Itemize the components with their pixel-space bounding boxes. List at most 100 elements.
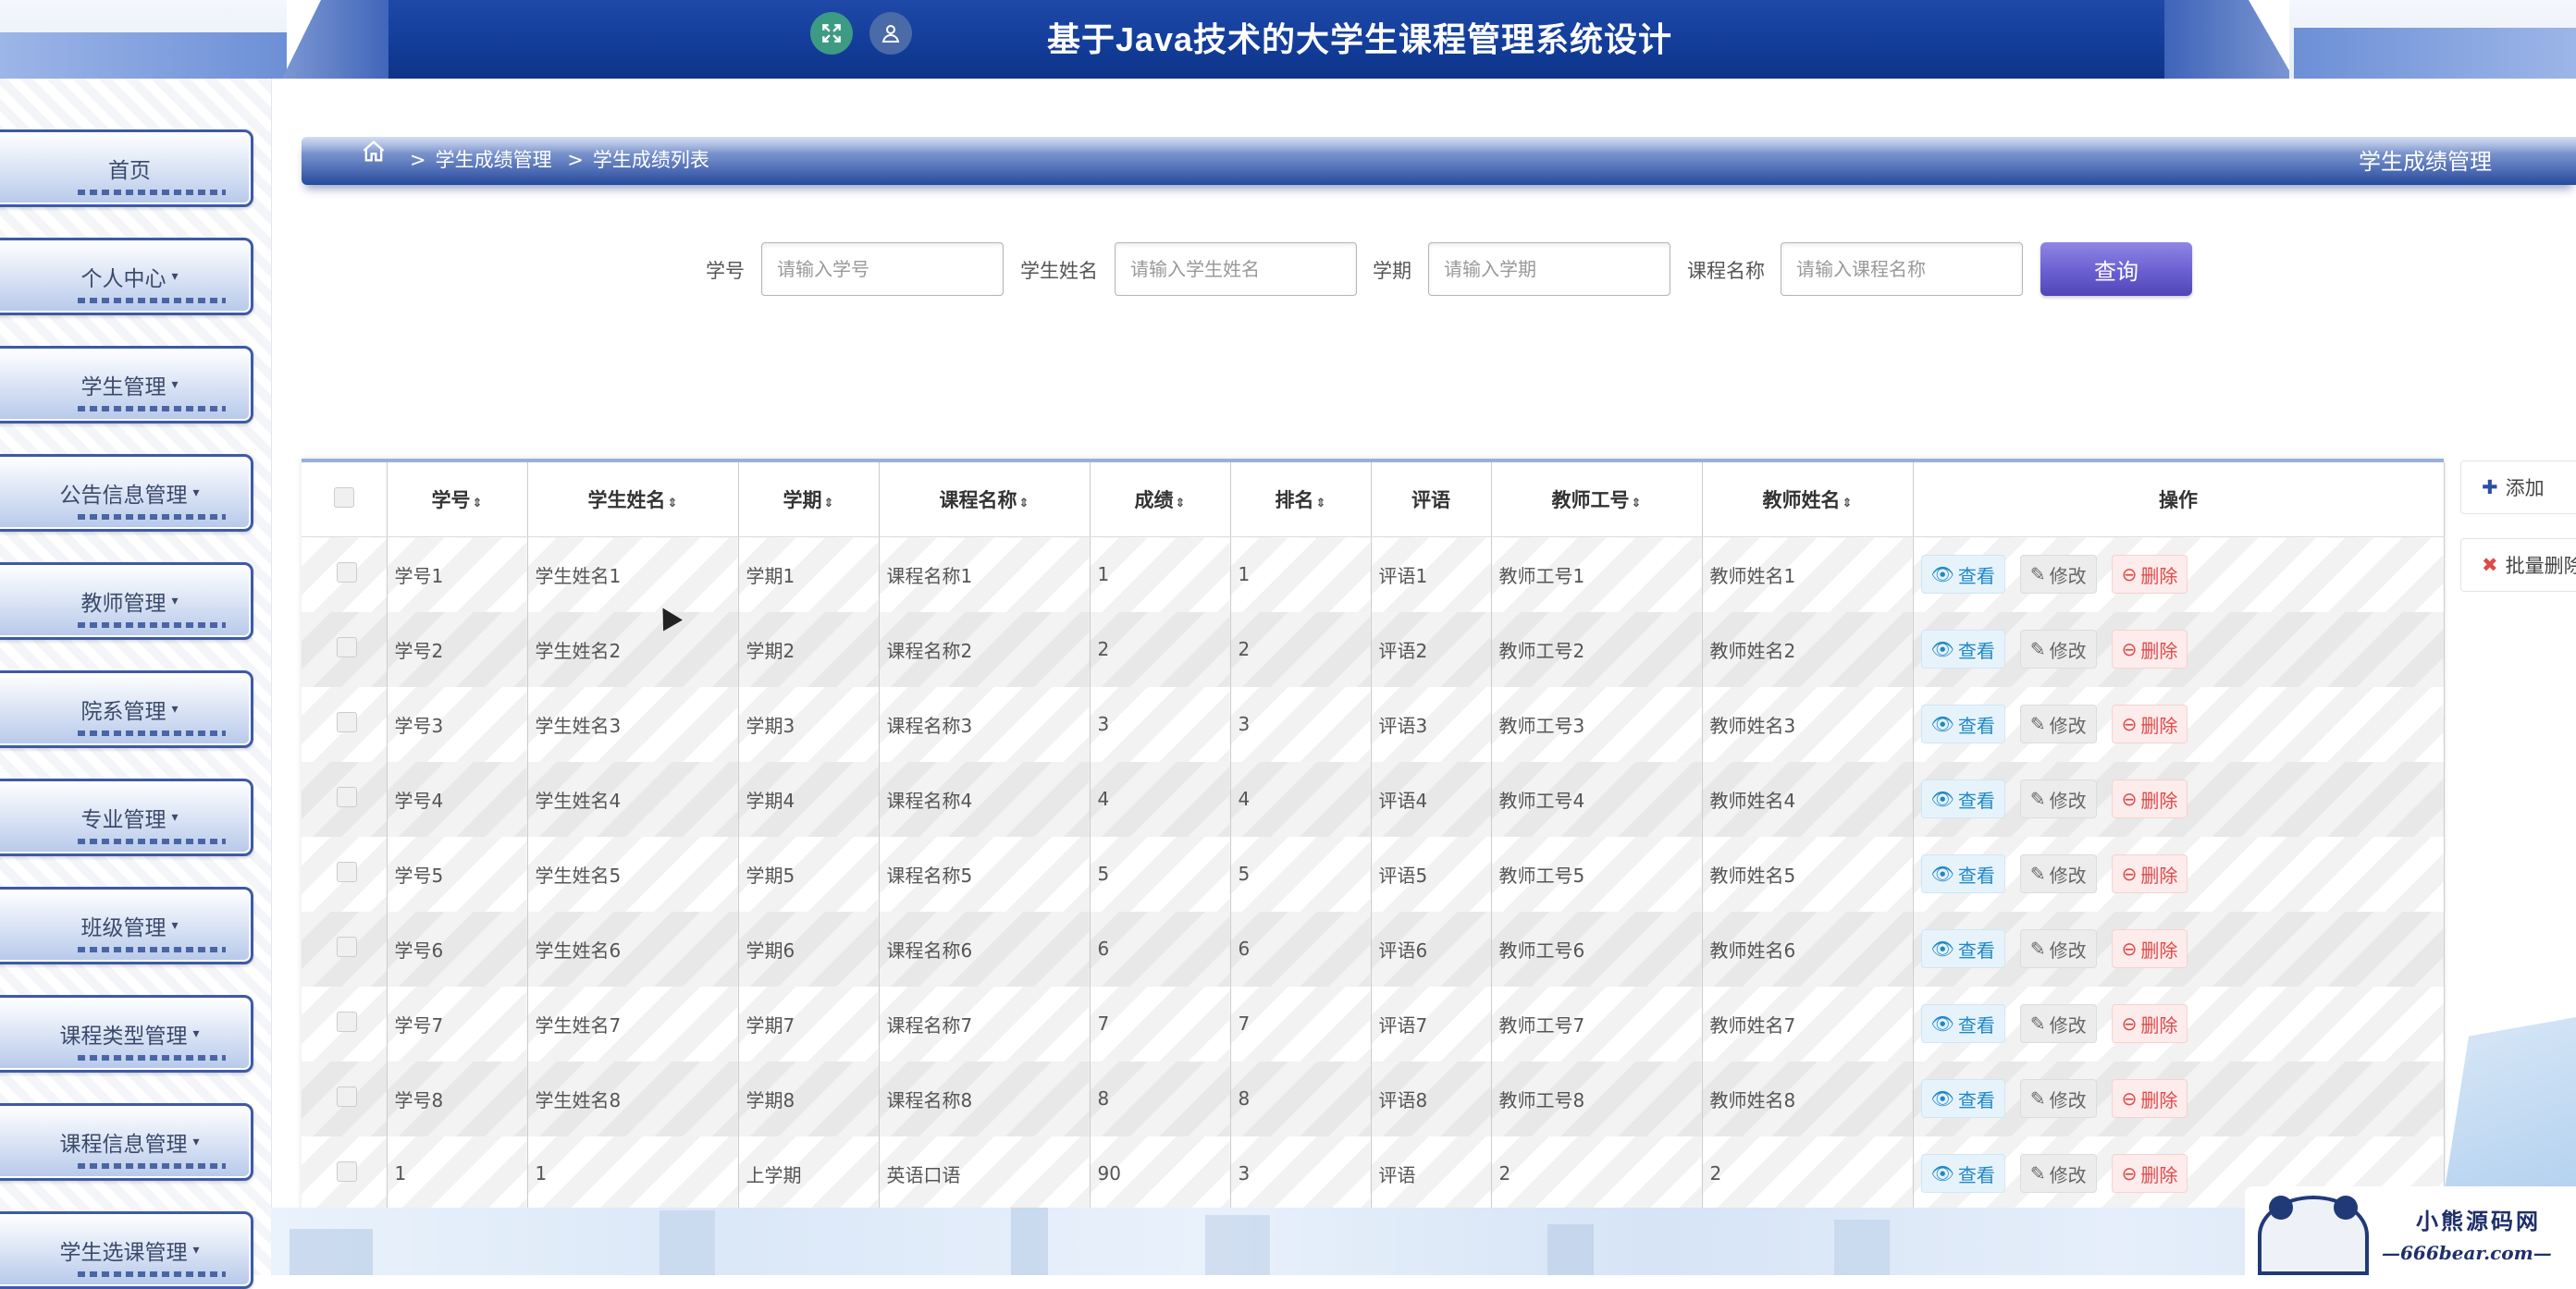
table-cell: 课程名称2 [879,611,1091,687]
breadcrumb-item-2: 学生成绩列表 [592,149,709,171]
view-button[interactable]: 👁 查看 [1920,555,2005,595]
delete-label: 删除 [2140,1088,2178,1111]
edit-button[interactable]: ✎ 修改 [2019,929,2097,968]
student-id-input[interactable] [761,242,1004,296]
caret-down-icon: ▾ [171,810,179,825]
delete-button[interactable]: ⊖ 删除 [2111,1154,2188,1193]
delete-button[interactable]: ⊖ 删除 [2111,630,2188,669]
row-checkbox[interactable] [302,761,388,837]
column-header[interactable]: 成绩 ⇕ [1090,462,1231,537]
sort-icon[interactable]: ⇕ [824,497,834,510]
caret-down-icon: ▾ [192,1243,200,1258]
row-checkbox[interactable] [302,911,388,987]
row-checkbox[interactable] [302,1136,388,1211]
sidebar-item-notice-management[interactable]: 公告信息管理 ▾ [0,454,253,532]
column-header[interactable]: 教师工号 ⇕ [1491,462,1703,537]
sidebar-item-student-management[interactable]: 学生管理 ▾ [0,346,253,424]
table-row[interactable]: 学号5 学生姓名5 学期5 课程名称5 5 5 评语5 教师工号5 教师姓名5 👁 查看 ✎ 修改 ⊖ 删除 [302,836,2445,912]
view-button[interactable]: 👁 查看 [1920,1004,2005,1043]
edit-label: 修改 [2049,1013,2087,1037]
column-header[interactable]: 排名 ⇕ [1230,462,1372,537]
sidebar-item-teacher-management[interactable]: 教师管理 ▾ [0,562,253,640]
sidebar-item-class-management[interactable]: 班级管理 ▾ [0,887,253,964]
add-button[interactable]: ✚ 添加 [2460,460,2576,514]
query-button[interactable]: 查询 [2040,242,2192,296]
edit-button[interactable]: ✎ 修改 [2019,1004,2097,1043]
delete-button[interactable]: ⊖ 删除 [2111,929,2188,968]
home-icon[interactable] [361,139,387,172]
sort-icon[interactable]: ⇕ [1843,497,1853,510]
user-icon[interactable] [869,12,912,55]
sort-icon[interactable]: ⇕ [668,497,678,510]
column-header[interactable]: 课程名称 ⇕ [879,462,1091,537]
delete-button[interactable]: ⊖ 删除 [2111,705,2188,743]
view-button[interactable]: 👁 查看 [1920,854,2005,893]
row-checkbox[interactable] [302,836,388,912]
row-checkbox[interactable] [302,611,388,687]
sort-icon[interactable]: ⇕ [1019,497,1029,510]
sidebar-item-home[interactable]: 首页 [0,129,253,207]
table-cell: 评语7 [1371,986,1492,1062]
edit-button[interactable]: ✎ 修改 [2019,555,2097,595]
sort-icon[interactable]: ⇕ [1632,497,1642,510]
delete-button[interactable]: ⊖ 删除 [2111,854,2188,893]
view-button[interactable]: 👁 查看 [1920,929,2005,968]
row-actions: 👁 查看 ✎ 修改 ⊖ 删除 [1913,1061,2445,1136]
edit-button[interactable]: ✎ 修改 [2019,854,2097,893]
select-all-checkbox[interactable] [302,462,388,537]
view-button[interactable]: 👁 查看 [1920,630,2005,669]
batch-delete-button[interactable]: ✖ 批量删除 [2460,538,2576,592]
table-row[interactable]: 学号3 学生姓名3 学期3 课程名称3 3 3 评语3 教师工号3 教师姓名3 👁 查看 ✎ 修改 ⊖ 删除 [302,686,2445,762]
sort-icon[interactable]: ⇕ [1316,497,1326,510]
table-row[interactable]: 1 1 上学期 英语口语 90 3 评语 2 2 👁 查看 ✎ 修改 ⊖ 删除 [302,1136,2445,1211]
sidebar-item-course-info-management[interactable]: 课程信息管理 ▾ [0,1103,253,1181]
table-row[interactable]: 学号1 学生姓名1 学期1 课程名称1 1 1 评语1 教师工号1 教师姓名1 👁 查看 ✎ 修改 ⊖ 删除 [302,536,2445,612]
view-button[interactable]: 👁 查看 [1920,1079,2005,1118]
table-row[interactable]: 学号6 学生姓名6 学期6 课程名称6 6 6 评语6 教师工号6 教师姓名6 👁 查看 ✎ 修改 ⊖ 删除 [302,911,2445,987]
delete-button[interactable]: ⊖ 删除 [2111,1079,2188,1118]
semester-input[interactable] [1428,242,1670,296]
caret-down-icon: ▾ [192,1026,200,1041]
table-row[interactable]: 学号2 学生姓名2 学期2 课程名称2 2 2 评语2 教师工号2 教师姓名2 👁 查看 ✎ 修改 ⊖ 删除 [302,611,2445,687]
view-label: 查看 [1957,1163,1995,1186]
row-checkbox[interactable] [302,986,388,1062]
course-name-input[interactable] [1781,242,2023,296]
view-button[interactable]: 👁 查看 [1920,705,2005,743]
view-button[interactable]: 👁 查看 [1920,780,2005,818]
sidebar-item-personal-center[interactable]: 个人中心 ▾ [0,238,253,315]
student-name-input[interactable] [1115,242,1357,296]
table-row[interactable]: 学号7 学生姓名7 学期7 课程名称7 7 7 评语7 教师工号7 教师姓名7 👁 查看 ✎ 修改 ⊖ 删除 [302,986,2445,1062]
sidebar-item-course-selection-management[interactable]: 学生选课管理 ▾ [0,1211,253,1289]
view-button[interactable]: 👁 查看 [1920,1154,2005,1193]
breadcrumb-item-1[interactable]: 学生成绩管理 [436,149,552,171]
column-header[interactable]: 学期 ⇕ [738,462,880,537]
sidebar-item-major-management[interactable]: 专业管理 ▾ [0,779,253,856]
table-row[interactable]: 学号4 学生姓名4 学期4 课程名称4 4 4 评语4 教师工号4 教师姓名4 👁 查看 ✎ 修改 ⊖ 删除 [302,761,2445,837]
column-header[interactable]: 教师姓名 ⇕ [1702,462,1914,537]
row-checkbox[interactable] [302,1061,388,1136]
delete-button[interactable]: ⊖ 删除 [2111,1004,2188,1043]
edit-button[interactable]: ✎ 修改 [2019,1154,2097,1193]
delete-button[interactable]: ⊖ 删除 [2111,780,2188,818]
sidebar-item-label: 学生管理 [80,375,166,399]
edit-button[interactable]: ✎ 修改 [2019,630,2097,669]
sort-icon[interactable]: ⇕ [473,497,483,510]
column-header[interactable]: 学生姓名 ⇕ [527,462,739,537]
edit-label: 修改 [2049,939,2087,962]
edit-button[interactable]: ✎ 修改 [2019,705,2097,743]
table-cell: 评语6 [1371,911,1492,987]
edit-button[interactable]: ✎ 修改 [2019,1079,2097,1118]
row-actions: 👁 查看 ✎ 修改 ⊖ 删除 [1913,986,2445,1062]
row-checkbox[interactable] [302,686,388,762]
edit-label: 修改 [2049,714,2087,737]
table-cell: 学号4 [387,761,528,837]
sidebar-item-course-type-management[interactable]: 课程类型管理 ▾ [0,995,253,1073]
row-checkbox[interactable] [302,536,388,612]
table-row[interactable]: 学号8 学生姓名8 学期8 课程名称8 8 8 评语8 教师工号8 教师姓名8 👁 查看 ✎ 修改 ⊖ 删除 [302,1061,2445,1136]
delete-button[interactable]: ⊖ 删除 [2111,555,2188,595]
sidebar-item-department-management[interactable]: 院系管理 ▾ [0,670,253,748]
expand-icon[interactable] [810,12,853,55]
sort-icon[interactable]: ⇕ [1176,497,1186,510]
column-header[interactable]: 学号 ⇕ [387,462,528,537]
edit-button[interactable]: ✎ 修改 [2019,780,2097,818]
